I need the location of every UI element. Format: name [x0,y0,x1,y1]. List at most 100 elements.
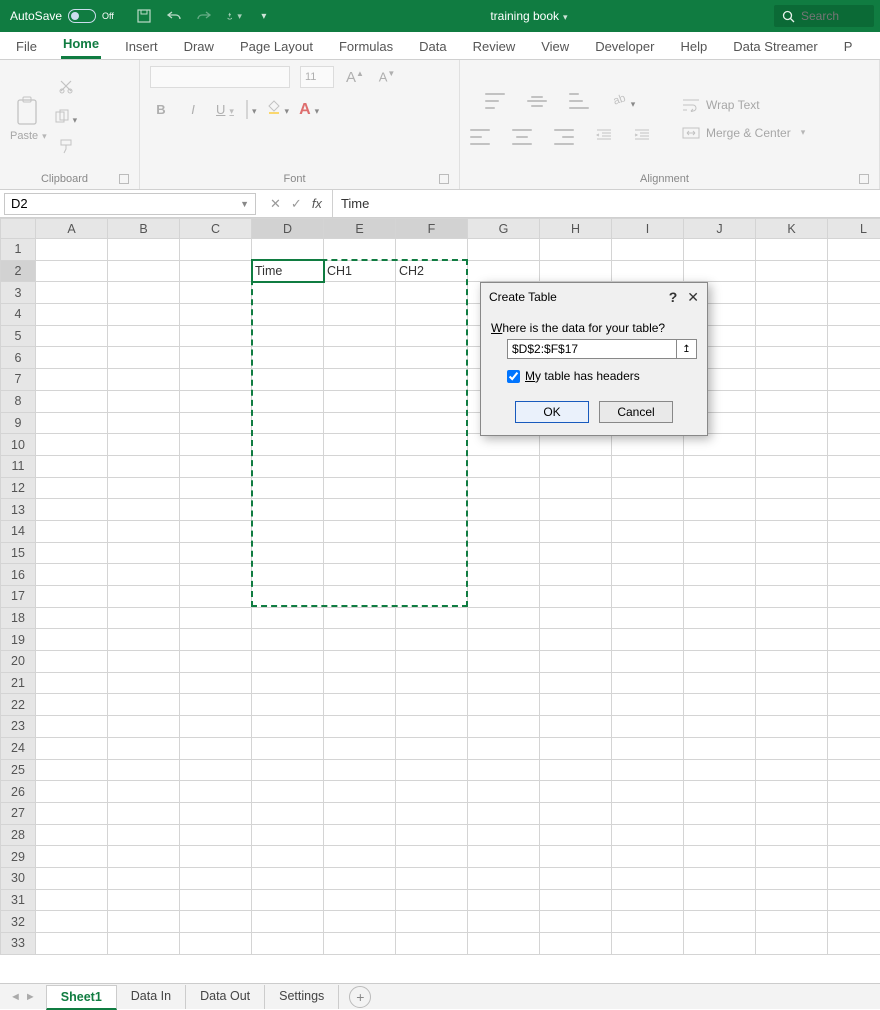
cell-D15[interactable] [252,542,324,564]
cell-A22[interactable] [36,694,108,716]
cell-D26[interactable] [252,781,324,803]
cell-C28[interactable] [180,824,252,846]
cell-G29[interactable] [468,846,540,868]
cell-B17[interactable] [108,586,180,608]
select-all-corner[interactable] [1,219,36,239]
cell-B19[interactable] [108,629,180,651]
cell-J22[interactable] [684,694,756,716]
toggle-off-icon[interactable] [68,9,96,23]
cell-H31[interactable] [540,889,612,911]
cell-I13[interactable] [612,499,684,521]
cell-I11[interactable] [612,455,684,477]
cell-D30[interactable] [252,867,324,889]
cell-G13[interactable] [468,499,540,521]
row-header-12[interactable]: 12 [1,477,36,499]
cell-A9[interactable] [36,412,108,434]
cell-B18[interactable] [108,607,180,629]
cell-C10[interactable] [180,434,252,456]
cell-A3[interactable] [36,282,108,304]
cell-A4[interactable] [36,304,108,326]
tab-file[interactable]: File [14,34,39,59]
formula-input[interactable]: Time [333,196,880,211]
cell-D29[interactable] [252,846,324,868]
ok-button[interactable]: OK [515,401,589,423]
cell-K20[interactable] [756,651,828,673]
cell-H33[interactable] [540,933,612,955]
cell-L7[interactable] [828,369,880,391]
cell-G12[interactable] [468,477,540,499]
cell-K24[interactable] [756,737,828,759]
cell-J23[interactable] [684,716,756,738]
row-header-30[interactable]: 30 [1,867,36,889]
cell-A1[interactable] [36,239,108,261]
cell-J29[interactable] [684,846,756,868]
cell-G1[interactable] [468,239,540,261]
tab-help[interactable]: Help [678,34,709,59]
cell-I17[interactable] [612,586,684,608]
cell-L25[interactable] [828,759,880,781]
cell-B31[interactable] [108,889,180,911]
cell-E25[interactable] [324,759,396,781]
cell-K22[interactable] [756,694,828,716]
cell-E11[interactable] [324,455,396,477]
cell-K27[interactable] [756,802,828,824]
orientation-icon[interactable]: ab [611,91,636,112]
cell-A16[interactable] [36,564,108,586]
cell-B15[interactable] [108,542,180,564]
cell-K31[interactable] [756,889,828,911]
headers-label[interactable]: My table has headers [525,369,640,383]
cell-L1[interactable] [828,239,880,261]
cell-H28[interactable] [540,824,612,846]
cell-C22[interactable] [180,694,252,716]
cell-A6[interactable] [36,347,108,369]
cell-A7[interactable] [36,369,108,391]
cell-G30[interactable] [468,867,540,889]
cell-D5[interactable] [252,325,324,347]
cell-J26[interactable] [684,781,756,803]
cell-B4[interactable] [108,304,180,326]
cell-H2[interactable] [540,260,612,282]
cell-E24[interactable] [324,737,396,759]
cell-A11[interactable] [36,455,108,477]
cancel-button[interactable]: Cancel [599,401,673,423]
cell-B5[interactable] [108,325,180,347]
cell-C1[interactable] [180,239,252,261]
cell-H21[interactable] [540,672,612,694]
cell-L14[interactable] [828,520,880,542]
cell-K9[interactable] [756,412,828,434]
cell-I19[interactable] [612,629,684,651]
cell-E4[interactable] [324,304,396,326]
cell-K16[interactable] [756,564,828,586]
cell-B2[interactable] [108,260,180,282]
cell-C7[interactable] [180,369,252,391]
qat-customize-icon[interactable]: ▾ [256,8,272,24]
cell-G21[interactable] [468,672,540,694]
cell-D16[interactable] [252,564,324,586]
cell-F32[interactable] [396,911,468,933]
cell-F5[interactable] [396,325,468,347]
cell-L17[interactable] [828,586,880,608]
cell-K32[interactable] [756,911,828,933]
column-header-A[interactable]: A [36,219,108,239]
cell-C3[interactable] [180,282,252,304]
column-header-I[interactable]: I [612,219,684,239]
row-header-27[interactable]: 27 [1,802,36,824]
cell-H1[interactable] [540,239,612,261]
cell-D28[interactable] [252,824,324,846]
cell-E13[interactable] [324,499,396,521]
cell-J16[interactable] [684,564,756,586]
cell-J30[interactable] [684,867,756,889]
cell-J20[interactable] [684,651,756,673]
cell-C13[interactable] [180,499,252,521]
cell-I27[interactable] [612,802,684,824]
cell-B21[interactable] [108,672,180,694]
cell-J19[interactable] [684,629,756,651]
cell-F4[interactable] [396,304,468,326]
cell-D11[interactable] [252,455,324,477]
cell-G10[interactable] [468,434,540,456]
cell-H10[interactable] [540,434,612,456]
cell-E19[interactable] [324,629,396,651]
cell-B28[interactable] [108,824,180,846]
row-header-21[interactable]: 21 [1,672,36,694]
row-header-32[interactable]: 32 [1,911,36,933]
